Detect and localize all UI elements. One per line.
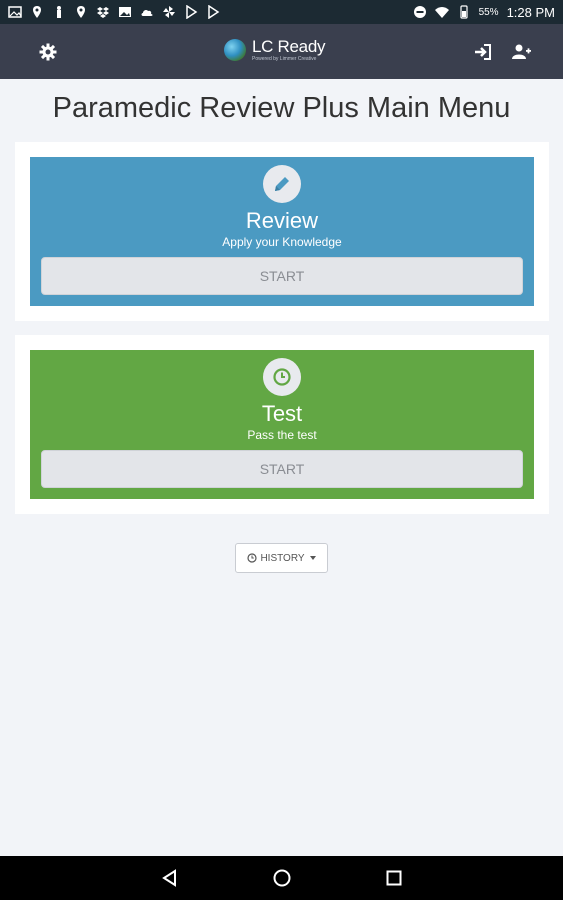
card-title: Review xyxy=(245,208,319,233)
settings-button[interactable] xyxy=(36,40,60,64)
clock: 1:28 PM xyxy=(506,4,555,20)
gear-icon xyxy=(39,43,57,60)
test-card: Test Pass the test START xyxy=(30,350,534,499)
page-title: Paramedic Review Plus Main Menu xyxy=(52,92,511,124)
test-start-button[interactable]: START xyxy=(41,450,523,488)
dropbox-icon xyxy=(96,5,110,19)
do-not-disturb-icon xyxy=(413,5,427,19)
clock-icon xyxy=(263,358,301,396)
review-card-container: Review Apply your Knowledge START xyxy=(15,142,549,321)
card-subtitle: Apply your Knowledge xyxy=(222,235,342,249)
notification-icons xyxy=(8,5,220,19)
history-dropdown-button[interactable]: HISTORY xyxy=(235,543,328,573)
play-store-icon xyxy=(184,5,198,19)
sign-in-button[interactable] xyxy=(471,40,495,64)
card-subtitle: Pass the test xyxy=(247,428,317,442)
history-label: HISTORY xyxy=(260,552,305,564)
clock-icon xyxy=(247,553,258,563)
recents-button[interactable] xyxy=(383,867,405,889)
review-card: Review Apply your Knowledge START xyxy=(30,157,534,306)
system-icons: 55% 1:28 PM xyxy=(413,5,555,20)
app-header: LC Ready Powered by Limmer Creative xyxy=(0,24,563,79)
photo-icon xyxy=(118,5,132,19)
pencil-icon xyxy=(263,165,301,203)
sign-in-icon xyxy=(475,43,491,60)
play-store-icon xyxy=(206,5,220,19)
figure-icon xyxy=(52,5,66,19)
user-plus-icon xyxy=(512,44,531,59)
app-logo: LC Ready Powered by Limmer Creative xyxy=(224,37,326,62)
caret-down-icon xyxy=(309,556,316,560)
globe-icon xyxy=(224,39,246,61)
card-title: Test xyxy=(261,401,303,426)
back-icon xyxy=(161,869,176,887)
android-nav-bar xyxy=(0,856,563,900)
cloud-icon xyxy=(140,5,154,19)
battery-icon xyxy=(457,5,471,19)
pinwheel-icon xyxy=(162,5,176,19)
home-icon xyxy=(273,869,290,887)
recents-icon xyxy=(386,870,401,886)
logo-text: LC Ready xyxy=(252,37,326,56)
test-card-container: Test Pass the test START xyxy=(15,335,549,514)
home-button[interactable] xyxy=(271,867,293,889)
battery-percent: 55% xyxy=(478,6,499,18)
wifi-icon xyxy=(434,5,449,19)
logo-subtext: Powered by Limmer Creative xyxy=(252,56,317,62)
review-start-button[interactable]: START xyxy=(41,257,523,295)
status-bar: 55% 1:28 PM xyxy=(0,0,563,24)
back-button[interactable] xyxy=(159,867,181,889)
location-icon xyxy=(74,5,88,19)
image-icon xyxy=(8,5,22,19)
add-user-button[interactable] xyxy=(509,40,533,64)
location-icon xyxy=(30,5,44,19)
